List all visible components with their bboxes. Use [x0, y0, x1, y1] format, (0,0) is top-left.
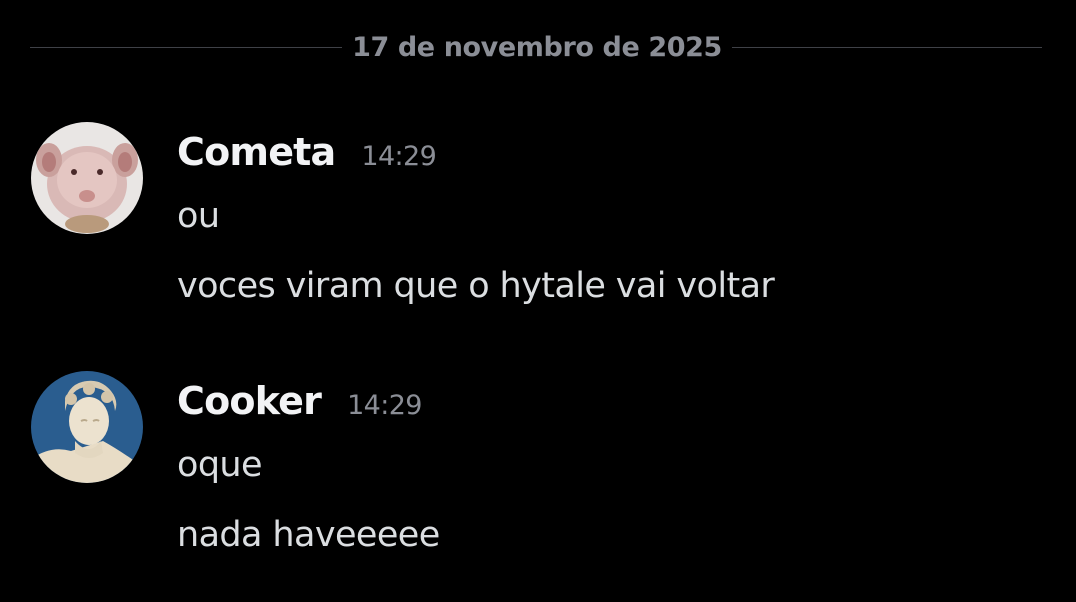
message-text: voces viram que o hytale vai voltar [177, 266, 775, 306]
divider-line-right [732, 47, 1042, 48]
username-cometa[interactable]: Cometa [177, 130, 336, 174]
date-divider-label: 17 de novembro de 2025 [352, 32, 722, 63]
date-divider: 17 de novembro de 2025 [30, 28, 1042, 68]
message-text: oque [177, 445, 263, 485]
message-timestamp: 14:29 [347, 390, 422, 421]
divider-line-left [30, 47, 342, 48]
message-text: nada haveeeee [177, 515, 440, 555]
message-timestamp: 14:29 [361, 141, 437, 172]
marble-statue-avatar[interactable] [31, 371, 143, 483]
hairless-rat-avatar[interactable] [31, 122, 143, 234]
author-line: Cooker 14:29 [177, 379, 422, 429]
author-line: Cometa 14:29 [177, 130, 437, 180]
username-cooker[interactable]: Cooker [177, 379, 322, 423]
message-text: ou [177, 196, 220, 236]
